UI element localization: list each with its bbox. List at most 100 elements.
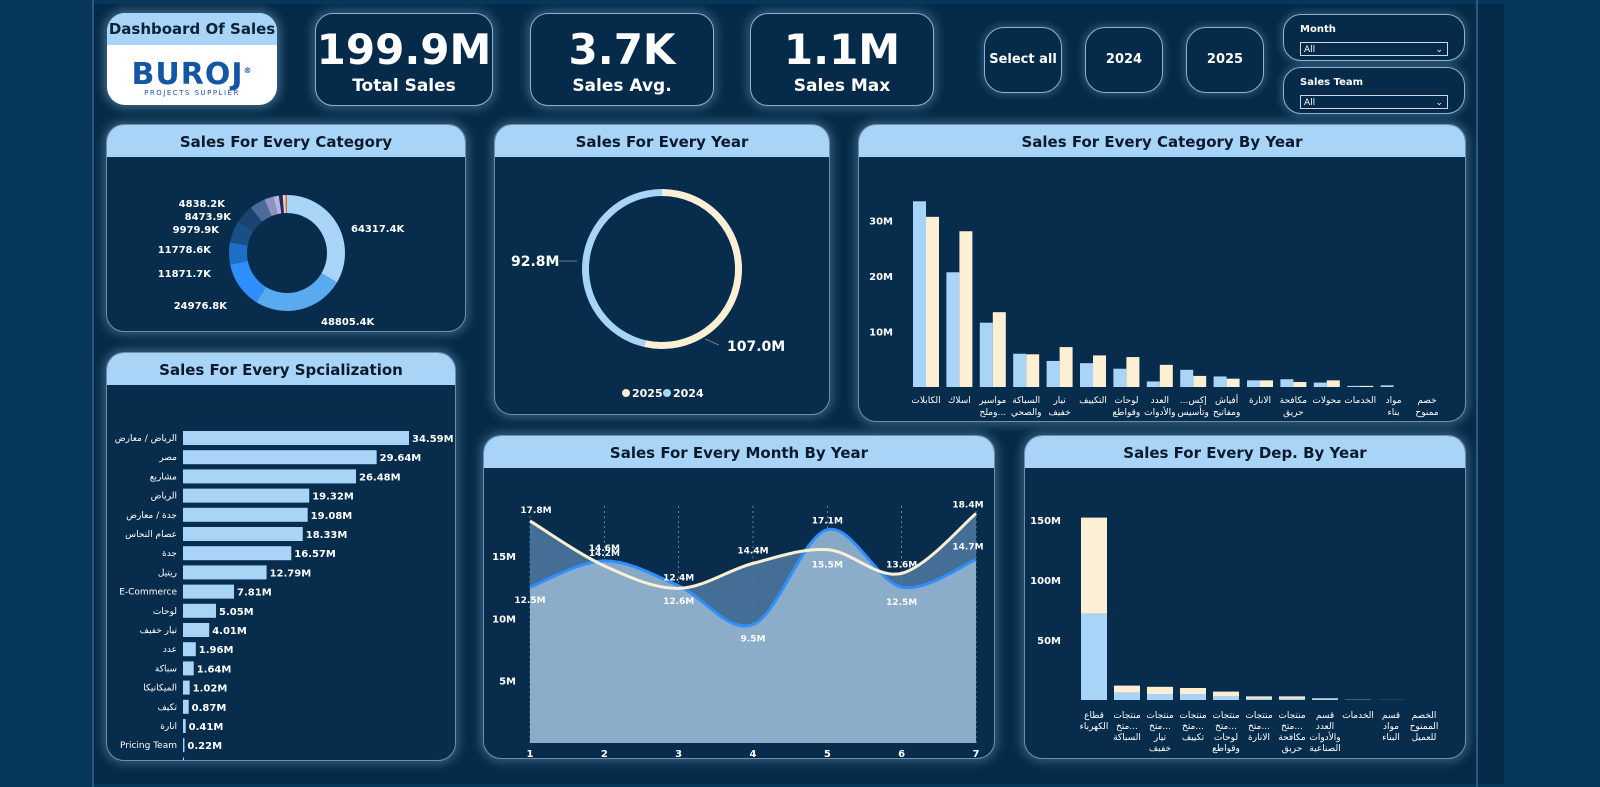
x-tick-label: أفياش bbox=[1215, 394, 1238, 406]
bar bbox=[183, 642, 196, 657]
select-all-button[interactable]: Select all bbox=[984, 27, 1062, 93]
x-tick-label: قسم bbox=[1316, 711, 1334, 721]
bar-2024 bbox=[1114, 692, 1140, 700]
x-tick-label: مكافحة bbox=[1280, 396, 1308, 406]
data-label: 29.64M bbox=[380, 453, 422, 464]
bar bbox=[1146, 381, 1160, 387]
data-label-2025: 17.8M bbox=[520, 506, 551, 516]
kpi-sales-avg: 3.7K Sales Avg. bbox=[530, 13, 714, 106]
bar bbox=[183, 623, 210, 637]
y-tick-label: 20M bbox=[869, 272, 893, 283]
x-tick-label: خفيف bbox=[1049, 408, 1071, 418]
donut-data-label: 8473.9K bbox=[185, 212, 233, 223]
month-slicer: Month All ⌄ bbox=[1283, 14, 1465, 61]
donut-data-label: 64317.4K bbox=[351, 224, 406, 235]
x-tick-label: وملح... bbox=[980, 408, 1007, 418]
bar-2025 bbox=[1147, 686, 1173, 694]
x-tick-label: متخ... bbox=[1248, 722, 1270, 732]
x-tick-label: منتجات bbox=[1146, 711, 1173, 721]
bar bbox=[183, 488, 310, 503]
x-tick-label: حريق bbox=[1282, 744, 1303, 754]
x-tick-label: التكييف bbox=[1079, 396, 1107, 406]
chevron-down-icon: ⌄ bbox=[1435, 98, 1443, 108]
y-category-label: مشاريع bbox=[150, 472, 177, 482]
x-tick-label: حريق bbox=[1283, 408, 1304, 418]
x-tick-label: الكهرباء bbox=[1080, 722, 1109, 732]
y-category-label: جدة bbox=[162, 549, 177, 559]
x-tick-label: 1 bbox=[527, 749, 534, 758]
bar-2024 bbox=[1279, 698, 1305, 700]
sales-team-dropdown-value: All bbox=[1304, 98, 1316, 108]
x-tick-label: الانارة bbox=[1248, 733, 1270, 743]
category-donut-card: Sales For Every Category 4838.2K 8473.9K 9… bbox=[106, 124, 466, 332]
year-2024-button[interactable]: 2024 bbox=[1085, 27, 1163, 93]
month-dropdown-value: All bbox=[1304, 45, 1316, 55]
data-label-2025: 14.4M bbox=[737, 546, 768, 556]
bar bbox=[183, 661, 194, 676]
bar-2024 bbox=[1246, 698, 1272, 700]
y-category-label: الميكانيكا bbox=[143, 684, 177, 694]
bar bbox=[183, 680, 190, 695]
x-tick-label: وقواطع bbox=[1113, 408, 1141, 418]
x-tick-label: متخ... bbox=[1281, 722, 1303, 732]
data-label: 5.05M bbox=[219, 607, 254, 618]
year-2025-button[interactable]: 2025 bbox=[1186, 27, 1264, 93]
bar bbox=[183, 527, 303, 541]
data-label: 1.96M bbox=[199, 645, 234, 656]
donut-data-label: 4838.2K bbox=[179, 199, 227, 210]
sales-team-dropdown[interactable]: All ⌄ bbox=[1300, 95, 1448, 109]
month-slicer-title: Month bbox=[1300, 24, 1336, 35]
bar bbox=[183, 757, 184, 760]
bar bbox=[1326, 380, 1340, 387]
bar bbox=[1059, 347, 1073, 387]
x-tick-label: 3 bbox=[675, 749, 682, 758]
dashboard-title: Dashboard Of Sales bbox=[107, 13, 277, 45]
bar bbox=[183, 450, 377, 465]
data-label: 26.48M bbox=[359, 472, 401, 483]
legend-label: 2025 bbox=[632, 387, 663, 400]
x-tick-label: للعميل bbox=[1412, 733, 1437, 743]
data-label: 16.57M bbox=[294, 549, 336, 560]
bar-2024 bbox=[1312, 698, 1338, 700]
bar-2025 bbox=[1246, 696, 1272, 699]
canvas-left-edge bbox=[92, 0, 94, 787]
x-tick-label: خفيف bbox=[1149, 744, 1171, 754]
donut-data-label: 48805.4K bbox=[321, 317, 376, 328]
data-label-2024: 17.1M bbox=[812, 517, 843, 527]
x-tick-label: منتجات bbox=[1212, 711, 1239, 721]
data-label-2025: 12.4M bbox=[663, 573, 694, 583]
data-label: 1.64M bbox=[197, 664, 232, 675]
x-tick-label: الانارة bbox=[1249, 396, 1271, 406]
bar bbox=[1280, 379, 1294, 387]
kpi-total-sales: 199.9M Total Sales bbox=[315, 13, 493, 106]
leader-line bbox=[704, 338, 720, 346]
month-dropdown[interactable]: All ⌄ bbox=[1300, 42, 1448, 56]
x-tick-label: مكافحة bbox=[1278, 733, 1306, 743]
chevron-down-icon: ⌄ bbox=[1435, 45, 1443, 55]
kpi-label: Total Sales bbox=[352, 76, 456, 96]
bar-2025 bbox=[1081, 517, 1107, 614]
x-tick-label: منتجات bbox=[1278, 711, 1305, 721]
y-category-label: ريتيل bbox=[158, 568, 177, 578]
bar-2025 bbox=[1180, 688, 1206, 694]
donut-data-label: 24976.8K bbox=[174, 301, 229, 312]
data-label: 19.08M bbox=[311, 511, 353, 522]
kpi-value: 3.7K bbox=[568, 25, 676, 74]
x-tick-label: ومفاتيح bbox=[1213, 408, 1241, 418]
bar bbox=[1226, 378, 1240, 387]
y-category-label: Pricing Team bbox=[120, 741, 177, 751]
bar bbox=[183, 584, 235, 599]
x-tick-label: لوحات bbox=[1214, 733, 1238, 743]
x-tick-label: الصناعية bbox=[1309, 744, 1340, 754]
data-label: 7.81M bbox=[237, 588, 272, 599]
y-tick-label: 50M bbox=[1037, 636, 1061, 647]
x-tick-label: والصحي bbox=[1011, 408, 1042, 418]
x-tick-label: وتأسيس bbox=[1178, 405, 1209, 418]
donut-slice bbox=[582, 189, 662, 348]
bar bbox=[1313, 382, 1327, 387]
y-category-label: E-Commerce bbox=[119, 588, 177, 598]
x-tick-label: منتجات bbox=[1179, 711, 1206, 721]
dep-by-year-card: Sales For Every Dep. By Year 150M 100M 50M… bbox=[1024, 435, 1466, 759]
data-label: 34.59M bbox=[412, 434, 454, 445]
legend-dot bbox=[622, 389, 630, 397]
